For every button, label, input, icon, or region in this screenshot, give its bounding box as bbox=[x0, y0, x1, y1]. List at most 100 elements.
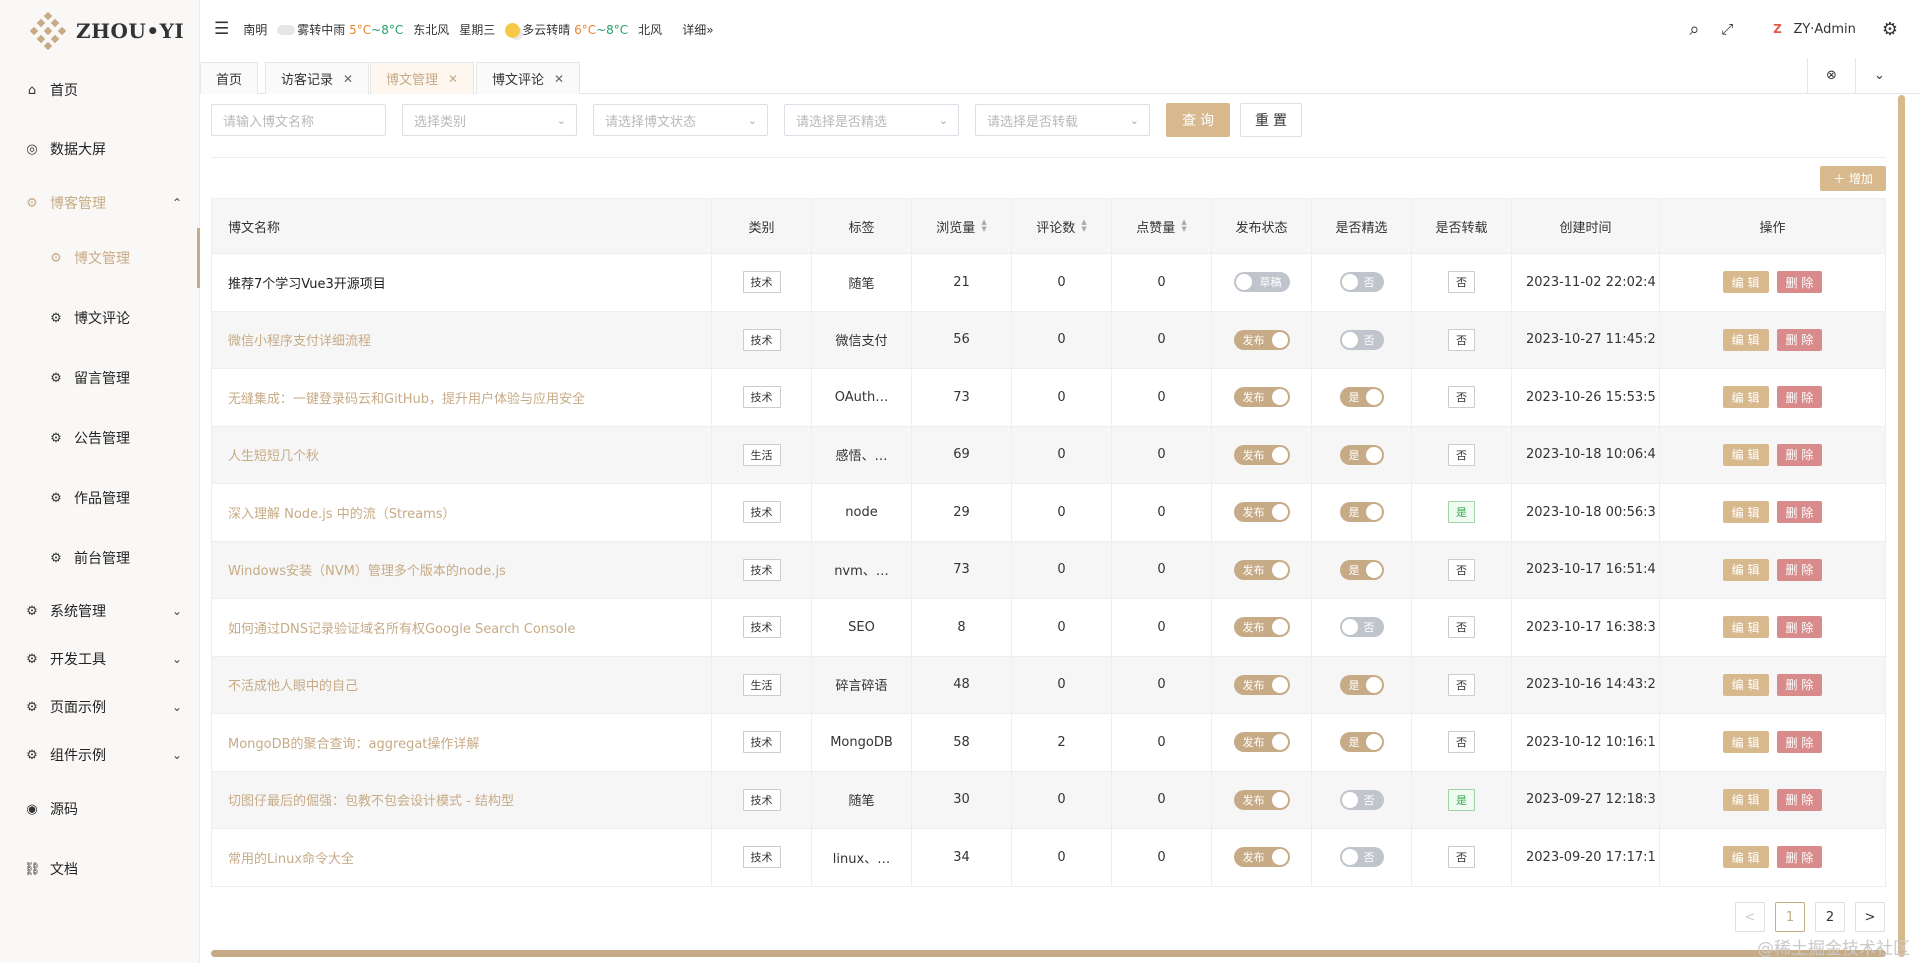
post-title-link[interactable]: 人生短短几个秋 bbox=[212, 426, 712, 483]
edit-button[interactable]: 编 辑 bbox=[1722, 731, 1769, 754]
sidebar-item-messages[interactable]: ⚙ 留言管理 bbox=[0, 360, 200, 396]
publish-status-switch[interactable]: 发布 bbox=[1233, 732, 1290, 753]
column-header-sortable[interactable]: 点赞量 ▲ ▼ bbox=[1112, 199, 1212, 253]
delete-button[interactable]: 删 除 bbox=[1776, 271, 1823, 294]
edit-button[interactable]: 编 辑 bbox=[1722, 616, 1769, 639]
column-header-sortable[interactable]: 浏览量 ▲ ▼ bbox=[912, 199, 1012, 253]
delete-button[interactable]: 删 除 bbox=[1776, 788, 1823, 811]
edit-button[interactable]: 编 辑 bbox=[1722, 443, 1769, 466]
edit-button[interactable]: 编 辑 bbox=[1722, 501, 1769, 524]
delete-button[interactable]: 删 除 bbox=[1776, 731, 1823, 754]
horizontal-scrollbar[interactable] bbox=[211, 950, 1886, 957]
featured-switch[interactable]: 是 bbox=[1339, 444, 1384, 465]
featured-select[interactable]: 请选择是否精选 ⌄ bbox=[784, 104, 959, 136]
publish-status-switch[interactable]: 发布 bbox=[1233, 502, 1290, 523]
featured-switch[interactable]: 是 bbox=[1339, 559, 1384, 580]
featured-switch[interactable]: 是 bbox=[1339, 732, 1384, 753]
close-icon[interactable]: ✕ bbox=[554, 72, 564, 86]
weather-detail-link[interactable]: 详细» bbox=[682, 21, 713, 38]
publish-status-switch[interactable]: 发布 bbox=[1233, 674, 1290, 695]
sidebar-item-dashboard[interactable]: ◎ 数据大屏 bbox=[0, 131, 200, 167]
sidebar-item-announcements[interactable]: ⚙ 公告管理 bbox=[0, 420, 200, 456]
fullscreen-icon[interactable]: ⤢ bbox=[1721, 20, 1733, 38]
post-title-link[interactable]: 无缝集成：一键登录码云和GitHub，提升用户体验与应用安全 bbox=[212, 369, 712, 426]
title-search-input[interactable]: 请输入博文名称 bbox=[211, 104, 386, 136]
featured-switch[interactable]: 否 bbox=[1339, 272, 1384, 293]
featured-switch[interactable]: 否 bbox=[1339, 617, 1384, 638]
category-select[interactable]: 选择类别 ⌄ bbox=[402, 104, 577, 136]
status-select[interactable]: 请选择博文状态 ⌄ bbox=[593, 104, 768, 136]
publish-status-switch[interactable]: 发布 bbox=[1233, 444, 1290, 465]
chevron-down-icon[interactable]: ⌄ bbox=[1855, 58, 1903, 93]
prev-page-button[interactable]: < bbox=[1735, 902, 1765, 932]
publish-status-switch[interactable]: 发布 bbox=[1233, 387, 1290, 408]
featured-switch[interactable]: 否 bbox=[1339, 789, 1384, 810]
edit-button[interactable]: 编 辑 bbox=[1722, 328, 1769, 351]
edit-button[interactable]: 编 辑 bbox=[1722, 558, 1769, 581]
menu-toggle-icon[interactable]: ☰ bbox=[214, 19, 229, 39]
post-title-link[interactable]: 切图仔最后的倔强：包教不包会设计模式 - 结构型 bbox=[212, 771, 712, 828]
sidebar-item-home[interactable]: ⌂ 首页 bbox=[0, 72, 200, 108]
page-2-button[interactable]: 2 bbox=[1815, 902, 1845, 932]
query-button[interactable]: 查询 bbox=[1166, 103, 1230, 137]
sidebar-item-works[interactable]: ⚙ 作品管理 bbox=[0, 480, 200, 516]
close-icon[interactable]: ✕ bbox=[343, 72, 353, 86]
tab-post-management[interactable]: 博文管理 ✕ bbox=[370, 62, 475, 94]
publish-status-switch[interactable]: 草稿 bbox=[1233, 272, 1290, 293]
post-title-link[interactable]: 深入理解 Node.js 中的流（Streams） bbox=[212, 484, 712, 541]
sidebar-item-source[interactable]: ◉ 源码 bbox=[0, 791, 200, 827]
sidebar-item-system[interactable]: ⚙ 系统管理 ⌄ bbox=[0, 593, 200, 629]
publish-status-switch[interactable]: 发布 bbox=[1233, 617, 1290, 638]
featured-switch[interactable]: 否 bbox=[1339, 329, 1384, 350]
tab-visitor-log[interactable]: 访客记录 ✕ bbox=[265, 62, 370, 94]
sidebar-item-docs[interactable]: ⛓ 文档 bbox=[0, 851, 200, 887]
publish-status-switch[interactable]: 发布 bbox=[1233, 559, 1290, 580]
publish-status-switch[interactable]: 发布 bbox=[1233, 847, 1290, 868]
delete-button[interactable]: 删 除 bbox=[1776, 616, 1823, 639]
post-title-link[interactable]: 不活成他人眼中的自己 bbox=[212, 656, 712, 713]
featured-switch[interactable]: 是 bbox=[1339, 387, 1384, 408]
delete-button[interactable]: 删 除 bbox=[1776, 673, 1823, 696]
sort-icon[interactable]: ▲ ▼ bbox=[981, 219, 986, 233]
delete-button[interactable]: 删 除 bbox=[1776, 328, 1823, 351]
tab-post-comments[interactable]: 博文评论 ✕ bbox=[476, 62, 581, 94]
featured-switch[interactable]: 是 bbox=[1339, 674, 1384, 695]
edit-button[interactable]: 编 辑 bbox=[1722, 386, 1769, 409]
publish-status-switch[interactable]: 发布 bbox=[1233, 789, 1290, 810]
edit-button[interactable]: 编 辑 bbox=[1722, 271, 1769, 294]
delete-button[interactable]: 删 除 bbox=[1776, 558, 1823, 581]
edit-button[interactable]: 编 辑 bbox=[1722, 788, 1769, 811]
avatar[interactable]: Z bbox=[1769, 21, 1785, 37]
username[interactable]: ZY·Admin bbox=[1793, 22, 1855, 37]
sidebar-item-frontend[interactable]: ⚙ 前台管理 bbox=[0, 540, 200, 576]
post-title-link[interactable]: MongoDB的聚合查询：aggregat操作详解 bbox=[212, 714, 712, 771]
sidebar-item-post-management[interactable]: ⚙ 博文管理 bbox=[0, 240, 200, 276]
sidebar-item-blog-management[interactable]: ⚙ 博客管理 ⌃ bbox=[0, 185, 200, 221]
delete-button[interactable]: 删 除 bbox=[1776, 443, 1823, 466]
sidebar-item-post-comments[interactable]: ⚙ 博文评论 bbox=[0, 300, 200, 336]
next-page-button[interactable]: > bbox=[1855, 902, 1885, 932]
edit-button[interactable]: 编 辑 bbox=[1722, 846, 1769, 869]
repost-select[interactable]: 请选择是否转载 ⌄ bbox=[975, 104, 1150, 136]
edit-button[interactable]: 编 辑 bbox=[1722, 673, 1769, 696]
delete-button[interactable]: 删 除 bbox=[1776, 386, 1823, 409]
close-tabs-icon[interactable]: ⊗ bbox=[1807, 58, 1855, 93]
post-title-link[interactable]: Windows安装（NVM）管理多个版本的node.js bbox=[212, 541, 712, 598]
page-1-button[interactable]: 1 bbox=[1775, 902, 1805, 932]
sidebar-item-page-examples[interactable]: ⚙ 页面示例 ⌄ bbox=[0, 689, 200, 725]
post-title-link[interactable]: 推荐7个学习Vue3开源项目 bbox=[212, 254, 712, 311]
publish-status-switch[interactable]: 发布 bbox=[1233, 329, 1290, 350]
vertical-scrollbar[interactable] bbox=[1898, 95, 1905, 957]
featured-switch[interactable]: 否 bbox=[1339, 847, 1384, 868]
post-title-link[interactable]: 常用的Linux命令大全 bbox=[212, 829, 712, 886]
sidebar-item-component-examples[interactable]: ⚙ 组件示例 ⌄ bbox=[0, 737, 200, 773]
sort-icon[interactable]: ▲ ▼ bbox=[1081, 219, 1086, 233]
settings-gear-icon[interactable]: ⚙ bbox=[1882, 19, 1898, 40]
delete-button[interactable]: 删 除 bbox=[1776, 501, 1823, 524]
add-button[interactable]: ＋ 增加 bbox=[1820, 166, 1886, 191]
reset-button[interactable]: 重置 bbox=[1240, 103, 1302, 137]
close-icon[interactable]: ✕ bbox=[448, 72, 458, 86]
post-title-link[interactable]: 如何通过DNS记录验证域名所有权Google Search Console bbox=[212, 599, 712, 656]
search-icon[interactable]: ⌕ bbox=[1689, 19, 1699, 40]
sort-icon[interactable]: ▲ ▼ bbox=[1181, 219, 1186, 233]
